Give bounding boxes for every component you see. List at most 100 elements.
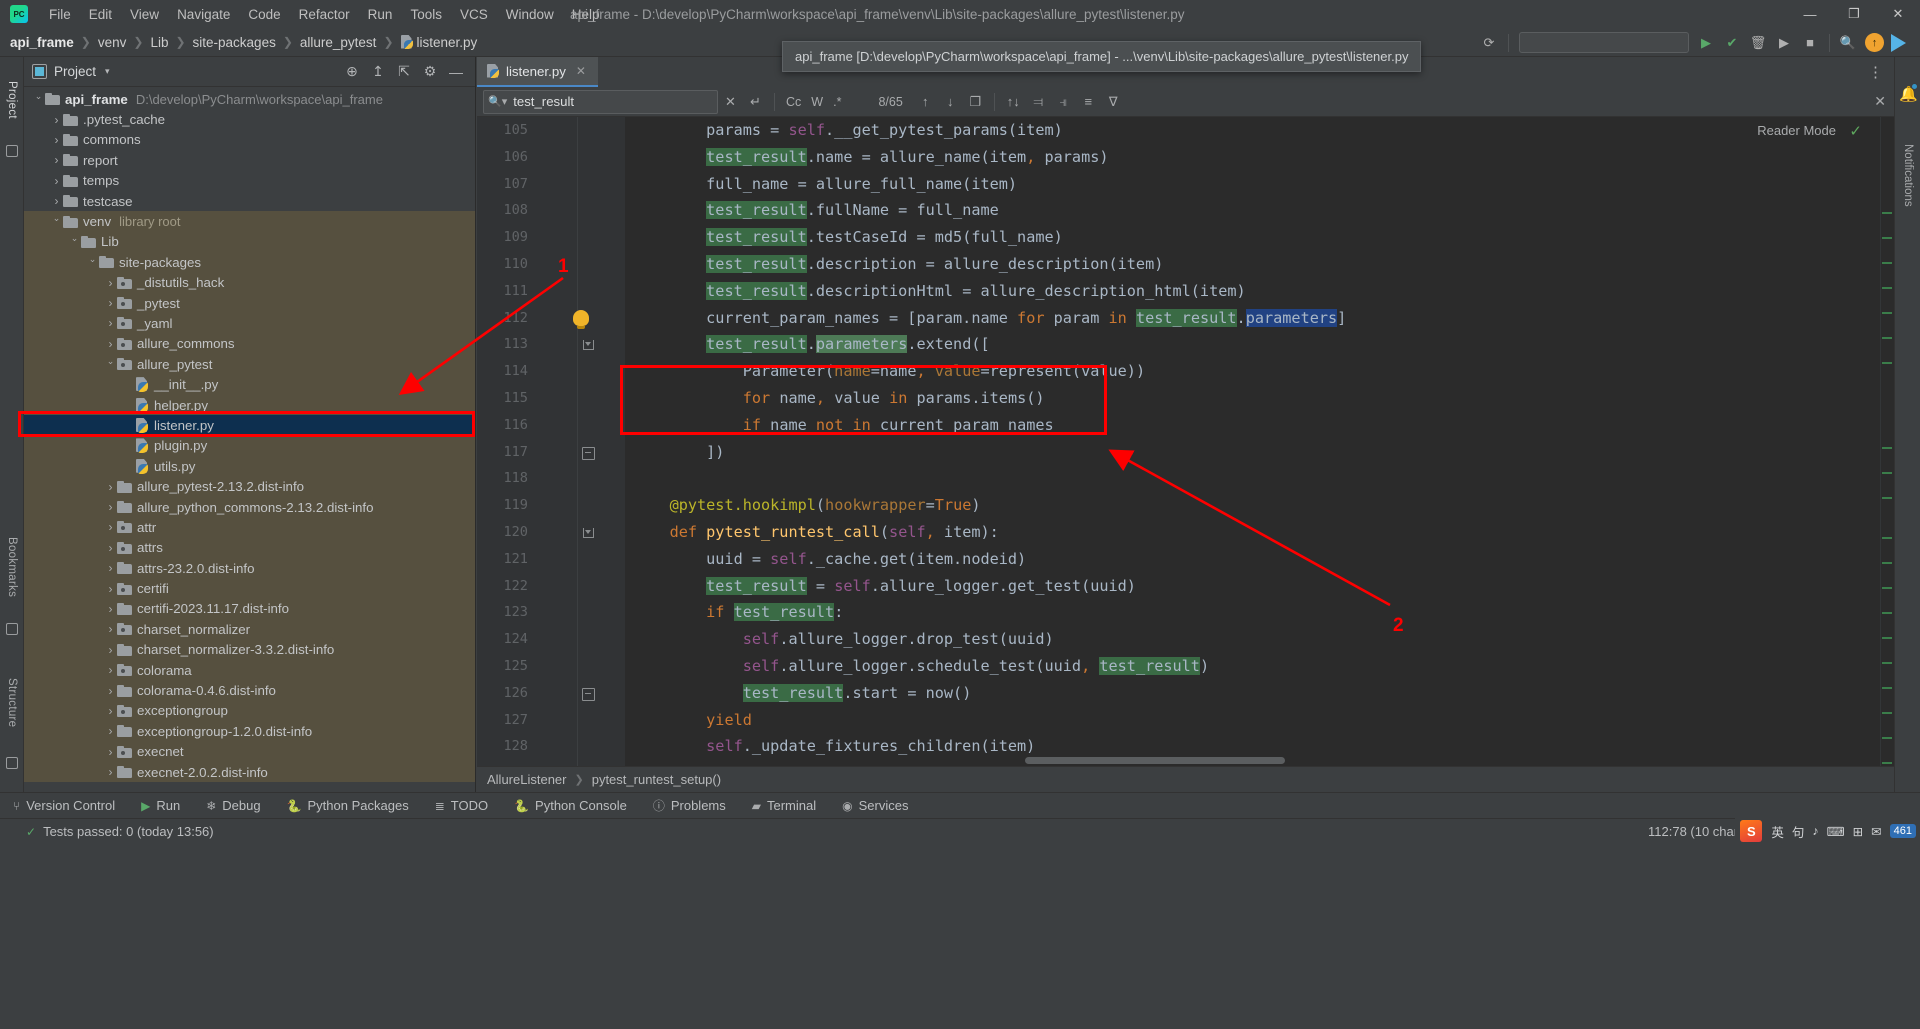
tree-item-execnet-2-0-2-dist-info[interactable]: execnet-2.0.2.dist-info — [24, 761, 475, 783]
code-line[interactable]: test_result.description = allure_descrip… — [625, 251, 1894, 278]
menu-file[interactable]: File — [40, 3, 80, 26]
stripe-match-marker[interactable] — [1882, 562, 1892, 564]
chevron-right-icon[interactable] — [104, 276, 117, 290]
tree-item-attr[interactable]: attr — [24, 517, 475, 538]
menu-edit[interactable]: Edit — [80, 3, 121, 26]
sort-icon[interactable]: ≡ — [1076, 90, 1101, 114]
ime-logo-icon[interactable] — [1740, 820, 1763, 842]
expand-icon[interactable]: ⇱ — [391, 60, 417, 84]
chevron-right-icon[interactable] — [104, 480, 117, 494]
ide-services-icon[interactable] — [1891, 33, 1906, 52]
menu-window[interactable]: Window — [497, 3, 563, 26]
code-line[interactable]: test_result.testCaseId = md5(full_name) — [625, 224, 1894, 251]
tree-item-report[interactable]: report — [24, 150, 475, 170]
intention-bulb-icon[interactable] — [573, 309, 589, 329]
breadcrumb-item-venv[interactable]: venv — [98, 35, 127, 50]
code-line[interactable]: test_result.descriptionHtml = allure_des… — [625, 278, 1894, 305]
menu-navigate[interactable]: Navigate — [168, 3, 239, 26]
tree-item-allure-python-commons-2-13-2-dist-info[interactable]: allure_python_commons-2.13.2.dist-info — [24, 496, 475, 518]
tree-item-init-py[interactable]: __init__.py — [24, 374, 475, 395]
editor-gutter[interactable]: 105 106 107 108 109 110 111 112 113 114 115 116 117 1… — [477, 117, 625, 766]
menu-view[interactable]: View — [121, 3, 168, 26]
search-everywhere-icon[interactable]: 🔍 — [1836, 31, 1860, 55]
code-line[interactable]: current_param_names = [param.name for pa… — [625, 305, 1894, 332]
code-viewport[interactable]: 105 106 107 108 109 110 111 112 113 114 115 116 117 1… — [477, 117, 1894, 766]
tree-item-lib[interactable]: Lib — [24, 231, 475, 253]
close-find-bar-icon[interactable]: ✕ — [1874, 93, 1886, 110]
settings-gear-icon[interactable]: ⚙ — [417, 60, 443, 84]
ime-language-label[interactable]: 英 — [1767, 822, 1788, 841]
code-line[interactable]: test_result.parameters.extend([ — [625, 331, 1894, 358]
run-button[interactable]: ▶ — [1693, 32, 1719, 54]
whole-words-toggle[interactable]: W — [806, 95, 828, 109]
code-line[interactable]: test_result = self.allure_logger.get_tes… — [625, 573, 1894, 600]
chevron-right-icon[interactable] — [104, 765, 117, 779]
code-line[interactable]: self.allure_logger.schedule_test(uuid, t… — [625, 653, 1894, 680]
stripe-match-marker[interactable] — [1882, 612, 1892, 614]
chevron-right-icon[interactable] — [104, 663, 117, 677]
chevron-right-icon[interactable] — [50, 194, 63, 208]
maximize-button[interactable]: ❐ — [1832, 0, 1876, 28]
scrollbar-thumb[interactable] — [1025, 757, 1285, 764]
breadcrumb-item-lib[interactable]: Lib — [150, 35, 168, 50]
stripe-match-marker[interactable] — [1882, 337, 1892, 339]
stripe-match-marker[interactable] — [1882, 212, 1892, 214]
breadcrumb-method[interactable]: pytest_runtest_setup() — [592, 772, 721, 787]
minimize-button[interactable]: — — [1788, 0, 1832, 28]
tree-item-attrs[interactable]: attrs — [24, 537, 475, 558]
locate-icon[interactable]: ⊕ — [339, 60, 365, 84]
code-line[interactable]: self.allure_logger.drop_test(uuid) — [625, 626, 1894, 653]
tree-item-yaml[interactable]: _yaml — [24, 313, 475, 334]
code-line[interactable]: test_result.name = allure_name(item, par… — [625, 144, 1894, 171]
chevron-right-icon[interactable] — [104, 316, 117, 330]
stripe-match-marker[interactable] — [1882, 447, 1892, 449]
rail-tab-notifications[interactable]: Notifications — [1895, 115, 1920, 235]
code-line[interactable]: uuid = self._cache.get(item.nodeid) — [625, 546, 1894, 573]
stripe-match-marker[interactable] — [1882, 312, 1892, 314]
find-input[interactable]: 🔍▾ test_result — [483, 89, 718, 114]
tree-item-distutils-hack[interactable]: _distutils_hack — [24, 272, 475, 293]
tray-icon-3[interactable]: ⌨ — [1823, 824, 1849, 839]
tree-item-certifi-2023-11-17-dist-info[interactable]: certifi-2023.11.17.dist-info — [24, 598, 475, 620]
bookmarks-tool-icon[interactable] — [6, 623, 18, 635]
code-line[interactable]: full_name = allure_full_name(item) — [625, 171, 1894, 198]
code-text[interactable]: params = self.__get_pytest_params(item) … — [625, 117, 1894, 766]
code-line[interactable]: for name, value in params.items() — [625, 385, 1894, 412]
chevron-right-icon[interactable] — [104, 296, 117, 310]
add-line-icon[interactable]: ↑↓ — [1001, 90, 1026, 114]
code-line[interactable]: test_result.start = now() — [625, 680, 1894, 707]
coverage-button[interactable]: ✔ — [1719, 32, 1745, 54]
tree-item-pytest[interactable]: _pytest — [24, 292, 475, 314]
chevron-down-icon[interactable] — [32, 94, 45, 105]
chevron-down-icon[interactable] — [86, 257, 99, 268]
stripe-match-marker[interactable] — [1882, 472, 1892, 474]
fold-collapse-icon[interactable] — [581, 687, 595, 701]
chevron-right-icon[interactable] — [50, 174, 63, 188]
tree-item-pytest-cache[interactable]: .pytest_cache — [24, 109, 475, 129]
regex-toggle[interactable]: .* — [828, 95, 846, 109]
breadcrumb-item-site-packages[interactable]: site-packages — [193, 35, 276, 50]
tree-item-attrs-23-2-0-dist-info[interactable]: attrs-23.2.0.dist-info — [24, 557, 475, 579]
tray-icon-2[interactable]: ♪ — [1808, 824, 1822, 838]
tool-window-button-problems[interactable]: ⓘ Problems — [640, 797, 739, 814]
menu-refactor[interactable]: Refactor — [290, 3, 359, 26]
chevron-right-icon[interactable] — [104, 704, 117, 718]
find-previous-icon[interactable]: ↑ — [913, 90, 938, 114]
chevron-right-icon[interactable] — [104, 602, 117, 616]
chevron-right-icon[interactable] — [104, 643, 117, 657]
tree-item-exceptiongroup[interactable]: exceptiongroup — [24, 700, 475, 722]
stripe-match-marker[interactable] — [1882, 287, 1892, 289]
chevron-right-icon[interactable] — [50, 153, 63, 167]
tree-item-helper-py[interactable]: helper.py — [24, 394, 475, 416]
code-line[interactable]: ]) — [625, 439, 1894, 466]
tree-item-exceptiongroup-1-2-0-dist-info[interactable]: exceptiongroup-1.2.0.dist-info — [24, 721, 475, 742]
hide-panel-icon[interactable]: — — [443, 60, 469, 84]
stripe-match-marker[interactable] — [1882, 262, 1892, 264]
chevron-right-icon[interactable] — [104, 541, 117, 555]
tree-item-colorama-0-4-6-dist-info[interactable]: colorama-0.4.6.dist-info — [24, 680, 475, 701]
chevron-right-icon[interactable] — [104, 337, 117, 351]
run-configuration-selector[interactable] — [1519, 32, 1689, 53]
chevron-right-icon[interactable] — [104, 561, 117, 575]
code-line[interactable]: yield — [625, 707, 1894, 734]
chevron-right-icon[interactable] — [50, 133, 63, 147]
